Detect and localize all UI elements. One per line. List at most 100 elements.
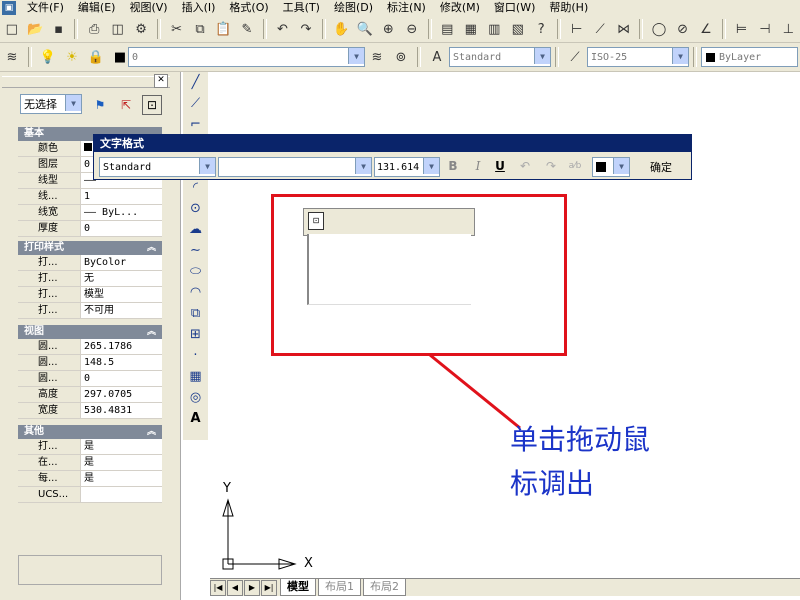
first-tab-icon[interactable]: |◀: [210, 579, 226, 596]
arc-icon[interactable]: ◜: [183, 177, 208, 198]
copy-icon[interactable]: ⧉: [190, 19, 209, 39]
property-row[interactable]: 圆... 0: [18, 371, 162, 387]
layer-manager-icon[interactable]: ≋: [2, 47, 22, 67]
menu-view[interactable]: 视图(V): [122, 0, 174, 16]
italic-button[interactable]: I: [469, 157, 487, 175]
collapse-icon[interactable]: ︽: [147, 325, 156, 339]
next-tab-icon[interactable]: ▶: [244, 579, 260, 596]
undo-icon[interactable]: ↶: [516, 157, 534, 175]
print-preview-icon[interactable]: ◫: [108, 19, 127, 39]
region-icon[interactable]: ◎: [183, 387, 208, 408]
chevron-down-icon[interactable]: ▼: [199, 158, 215, 174]
text-height-select[interactable]: 131.614 ▼: [374, 157, 440, 177]
menu-insert[interactable]: 插入(I): [175, 0, 223, 16]
match-properties-icon[interactable]: ✎: [237, 19, 256, 39]
line-icon[interactable]: ╱: [183, 72, 208, 93]
new-file-icon[interactable]: □: [2, 19, 21, 39]
dim-style-combo[interactable]: ISO-25 ▼: [587, 47, 689, 67]
section-header[interactable]: 视图 ︽: [18, 325, 162, 339]
property-row[interactable]: 在... 是: [18, 455, 162, 471]
tab-layout1[interactable]: 布局1: [318, 579, 361, 596]
bold-button[interactable]: B: [444, 157, 462, 175]
construction-line-icon[interactable]: ⟋: [183, 93, 208, 114]
redo-icon[interactable]: ↷: [542, 157, 560, 175]
property-row[interactable]: 圆... 265.1786: [18, 339, 162, 355]
selection-combo[interactable]: 无选择 ▼: [20, 94, 82, 114]
chevron-down-icon[interactable]: ▼: [613, 158, 629, 174]
property-row[interactable]: 高度 297.0705: [18, 387, 162, 403]
ordinate-dimension-icon[interactable]: ⋈: [614, 19, 633, 39]
text-format-title[interactable]: 文字格式: [94, 135, 691, 152]
property-row[interactable]: UCS...: [18, 487, 162, 503]
palette-grip[interactable]: [2, 76, 170, 88]
baseline-dimension-icon[interactable]: ⊣: [755, 19, 774, 39]
linear-dimension-icon[interactable]: ⊢: [567, 19, 586, 39]
undo-icon[interactable]: ↶: [273, 19, 292, 39]
spline-icon[interactable]: ∼: [183, 240, 208, 261]
property-row[interactable]: 打... 是: [18, 439, 162, 455]
layer-previous-icon[interactable]: ⊚: [391, 47, 411, 67]
ok-button[interactable]: 确定: [639, 155, 683, 179]
underline-button[interactable]: U: [491, 157, 509, 175]
color-combo[interactable]: ByLayer: [701, 47, 798, 67]
zoom-previous-icon[interactable]: ⊖: [402, 19, 421, 39]
redo-icon[interactable]: ↷: [296, 19, 315, 39]
property-row[interactable]: 线... 1: [18, 189, 162, 205]
property-row[interactable]: 每... 是: [18, 471, 162, 487]
ellipse-icon[interactable]: ⬭: [183, 261, 208, 282]
font-select[interactable]: ▼: [218, 157, 372, 177]
help-icon[interactable]: ?: [531, 19, 550, 39]
quick-select-icon[interactable]: ⊡: [142, 95, 162, 115]
last-tab-icon[interactable]: ▶|: [261, 579, 277, 596]
save-icon[interactable]: ▪: [49, 19, 68, 39]
menu-tools[interactable]: 工具(T): [276, 0, 327, 16]
menu-window[interactable]: 窗口(W): [487, 0, 542, 16]
menu-draw[interactable]: 绘图(D): [327, 0, 380, 16]
multiline-text-icon[interactable]: A: [183, 408, 208, 429]
publish-icon[interactable]: ⚙: [131, 19, 150, 39]
properties-icon[interactable]: ▤: [438, 19, 457, 39]
polyline-icon[interactable]: ⌐: [183, 114, 208, 135]
print-icon[interactable]: ⎙: [84, 19, 103, 39]
aligned-dimension-icon[interactable]: ⟋: [590, 19, 609, 39]
property-row[interactable]: 宽度 530.4831: [18, 403, 162, 419]
section-header[interactable]: 打印样式 ︽: [18, 241, 162, 255]
property-row[interactable]: 线宽 —— ByL...: [18, 205, 162, 221]
chevron-down-icon[interactable]: ▼: [348, 48, 364, 64]
circle-icon[interactable]: ⊙: [183, 198, 208, 219]
property-row[interactable]: 打... ByColor: [18, 255, 162, 271]
section-header[interactable]: 其他 ︽: [18, 425, 162, 439]
menu-format[interactable]: 格式(O): [222, 0, 275, 16]
zoom-window-icon[interactable]: ⊕: [379, 19, 398, 39]
chevron-down-icon[interactable]: ▼: [355, 158, 371, 174]
zoom-realtime-icon[interactable]: 🔍: [355, 19, 374, 39]
stack-icon[interactable]: a⁄b: [566, 157, 584, 175]
text-style-combo[interactable]: Standard ▼: [449, 47, 551, 67]
design-center-icon[interactable]: ▦: [461, 19, 480, 39]
insert-block-icon[interactable]: ⧉: [183, 303, 208, 324]
radius-dimension-icon[interactable]: ◯: [649, 19, 668, 39]
markup-icon[interactable]: ▧: [508, 19, 527, 39]
menu-edit[interactable]: 编辑(E): [71, 0, 123, 16]
menu-file[interactable]: 文件(F): [20, 0, 71, 16]
property-row[interactable]: 圆... 148.5: [18, 355, 162, 371]
tab-layout2[interactable]: 布局2: [363, 579, 406, 596]
menu-help[interactable]: 帮助(H): [542, 0, 595, 16]
collapse-icon[interactable]: ︽: [147, 241, 156, 255]
open-file-icon[interactable]: 📂: [25, 19, 44, 39]
property-row[interactable]: 厚度 0: [18, 221, 162, 237]
text-style-select[interactable]: Standard ▼: [99, 157, 216, 177]
text-style-icon[interactable]: A: [427, 47, 447, 67]
chevron-down-icon[interactable]: ▼: [423, 158, 439, 174]
property-row[interactable]: 打... 不可用: [18, 303, 162, 319]
toggle-pickadd-icon[interactable]: ⚑: [90, 95, 110, 115]
revision-cloud-icon[interactable]: ☁: [183, 219, 208, 240]
text-color-select[interactable]: ▼: [592, 157, 630, 177]
dimension-style-icon[interactable]: ⟋: [565, 47, 585, 67]
paste-icon[interactable]: 📋: [214, 19, 233, 39]
collapse-icon[interactable]: ︽: [147, 425, 156, 439]
menu-dimension[interactable]: 标注(N): [380, 0, 433, 16]
quick-dimension-icon[interactable]: ⊨: [732, 19, 751, 39]
make-current-layer-icon[interactable]: ≋: [367, 47, 387, 67]
ellipse-arc-icon[interactable]: ◠: [183, 282, 208, 303]
